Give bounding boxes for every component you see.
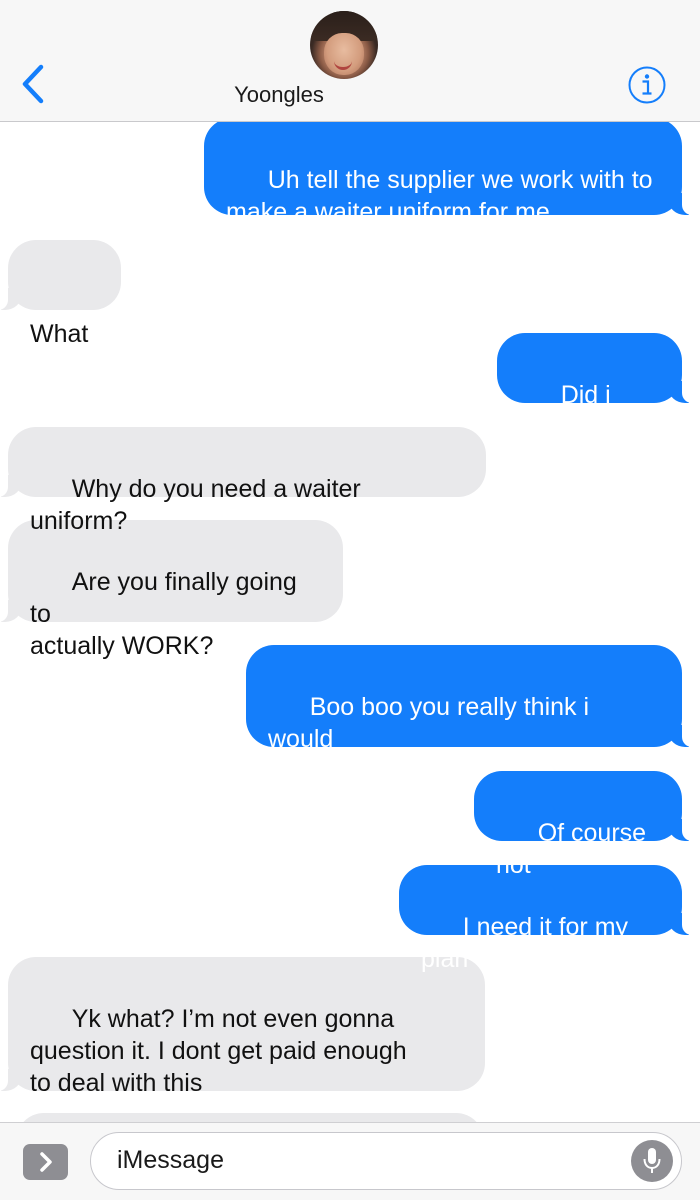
message-bubble-received[interactable]: Yk what? I’m not even gonna question it.… — [0, 957, 485, 1097]
chevron-right-icon — [39, 1152, 52, 1172]
microphone-icon — [643, 1148, 661, 1173]
message-bubble-received[interactable]: Why do you need a waiter uniform? — [0, 427, 486, 535]
message-compose-field[interactable] — [90, 1132, 682, 1190]
messages-screen: Uh tell the supplier we work with to mak… — [0, 0, 700, 1200]
contact-name[interactable]: Yoongles — [0, 82, 558, 108]
message-text: Uh tell the supplier we work with to mak… — [226, 166, 653, 226]
info-icon — [628, 66, 666, 104]
message-text: What — [30, 320, 89, 348]
info-button[interactable] — [627, 65, 667, 105]
message-thread[interactable]: Uh tell the supplier we work with to mak… — [0, 0, 700, 1200]
message-bubble-received[interactable]: What — [0, 240, 121, 348]
message-input[interactable] — [117, 1133, 617, 1188]
message-bubble-sent[interactable]: Boo boo you really think i would do that — [246, 645, 700, 785]
message-bubble-received[interactable]: Are you finally going to actually WORK? — [0, 520, 343, 660]
message-text: I need it for my plan — [421, 913, 635, 973]
message-text: Did i stutter — [519, 381, 618, 441]
conversation-header: Yoongles — [0, 0, 700, 122]
message-bubble-sent[interactable]: I need it for my plan — [399, 865, 700, 973]
message-bubble-sent[interactable]: Uh tell the supplier we work with to mak… — [204, 118, 700, 226]
message-bubble-sent[interactable]: Of course not — [474, 771, 700, 879]
microphone-button[interactable] — [631, 1140, 673, 1182]
message-text: Yk what? I’m not even gonna question it.… — [30, 1005, 407, 1097]
contact-name-label: Yoongles — [234, 82, 324, 107]
compose-bar — [0, 1122, 700, 1200]
message-bubble-sent[interactable]: Did i stutter — [497, 333, 700, 441]
contact-avatar[interactable] — [310, 11, 378, 79]
apps-button[interactable] — [23, 1144, 68, 1180]
